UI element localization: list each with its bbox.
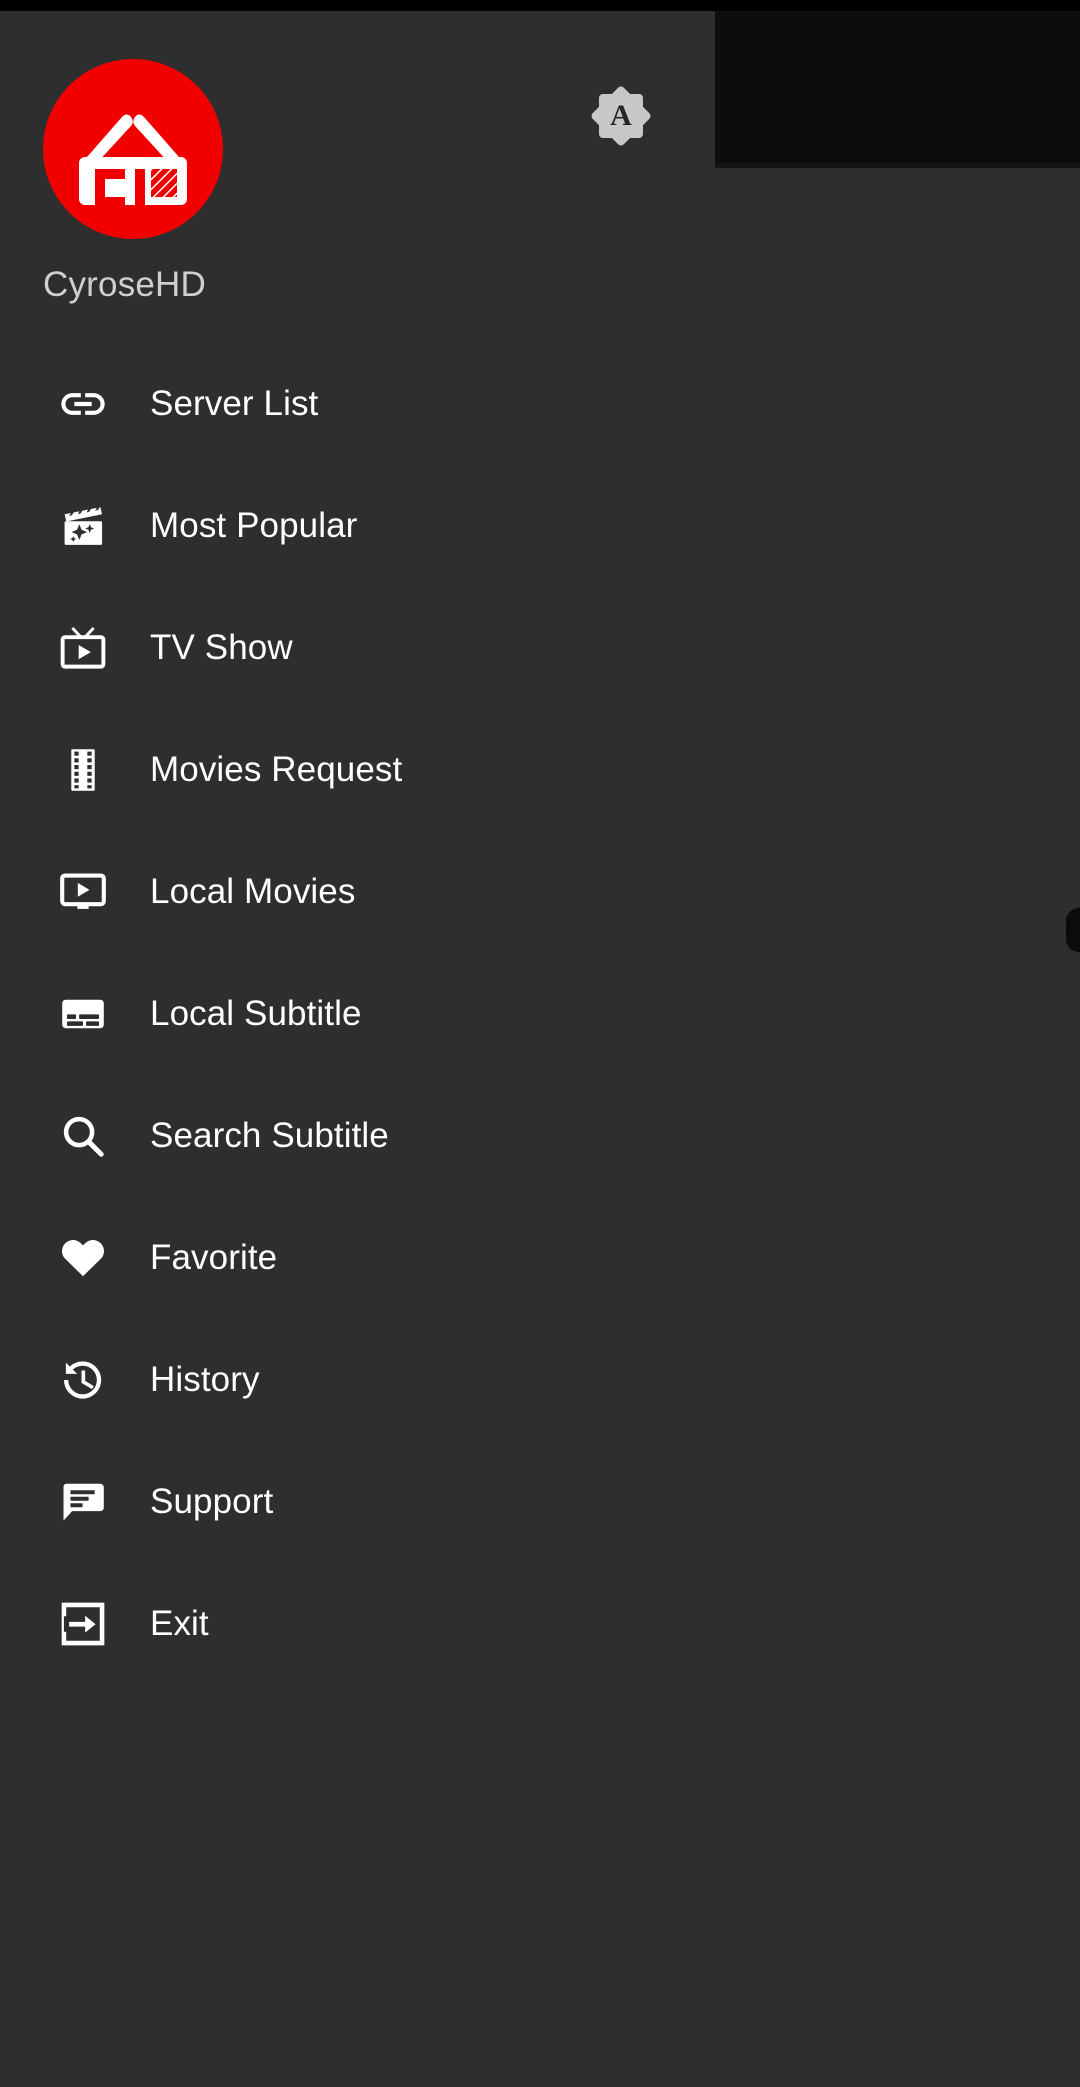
clapperboard-star-icon bbox=[57, 500, 109, 552]
avatar-initial: A bbox=[610, 99, 632, 132]
menu-item-label: TV Show bbox=[150, 628, 293, 667]
menu-item-label: Local Movies bbox=[150, 872, 356, 911]
tv-play-icon bbox=[57, 622, 109, 674]
chat-message-icon bbox=[57, 1476, 109, 1528]
menu-item-favorite[interactable]: Favorite bbox=[0, 1197, 715, 1319]
menu-item-label: Movies Request bbox=[150, 750, 403, 789]
menu-item-exit[interactable]: Exit bbox=[0, 1563, 715, 1685]
menu-item-label: History bbox=[150, 1360, 260, 1399]
monitor-play-icon bbox=[57, 866, 109, 918]
search-icon bbox=[57, 1110, 109, 1162]
heart-icon bbox=[57, 1232, 109, 1284]
menu-item-label: Favorite bbox=[150, 1238, 278, 1277]
navigation-drawer: A CyroseHD Server List Most Popular TV S… bbox=[0, 11, 715, 2087]
menu-item-label: Most Popular bbox=[150, 506, 358, 545]
drawer-menu: Server List Most Popular TV Show Movies … bbox=[0, 343, 715, 1685]
menu-item-history[interactable]: History bbox=[0, 1319, 715, 1441]
drawer-header: A CyroseHD bbox=[0, 11, 715, 311]
menu-item-label: Local Subtitle bbox=[150, 994, 362, 1033]
chd-3d-glasses-logo bbox=[43, 59, 223, 239]
menu-item-label: Server List bbox=[150, 384, 319, 423]
menu-item-server-list[interactable]: Server List bbox=[0, 343, 715, 465]
app-screen: A CyroseHD Server List Most Popular TV S… bbox=[0, 0, 1080, 2087]
status-bar bbox=[0, 0, 1080, 11]
app-name: CyroseHD bbox=[43, 265, 207, 304]
menu-item-local-subtitle[interactable]: Local Subtitle bbox=[0, 953, 715, 1075]
menu-item-label: Exit bbox=[150, 1604, 209, 1643]
menu-item-local-movies[interactable]: Local Movies bbox=[0, 831, 715, 953]
menu-item-search-subtitle[interactable]: Search Subtitle bbox=[0, 1075, 715, 1197]
menu-item-tv-show[interactable]: TV Show bbox=[0, 587, 715, 709]
history-clock-icon bbox=[57, 1354, 109, 1406]
avatar[interactable]: A bbox=[589, 84, 653, 148]
exit-arrow-icon bbox=[57, 1598, 109, 1650]
content-scrim-edge bbox=[715, 163, 1080, 168]
edge-handle[interactable] bbox=[1066, 908, 1080, 952]
menu-item-movies-request[interactable]: Movies Request bbox=[0, 709, 715, 831]
link-icon bbox=[57, 378, 109, 430]
menu-item-label: Search Subtitle bbox=[150, 1116, 389, 1155]
menu-item-support[interactable]: Support bbox=[0, 1441, 715, 1563]
menu-item-label: Support bbox=[150, 1482, 274, 1521]
film-strip-icon bbox=[57, 744, 109, 796]
subtitles-icon bbox=[57, 988, 109, 1040]
menu-item-most-popular[interactable]: Most Popular bbox=[0, 465, 715, 587]
content-toolbar bbox=[715, 11, 1080, 163]
